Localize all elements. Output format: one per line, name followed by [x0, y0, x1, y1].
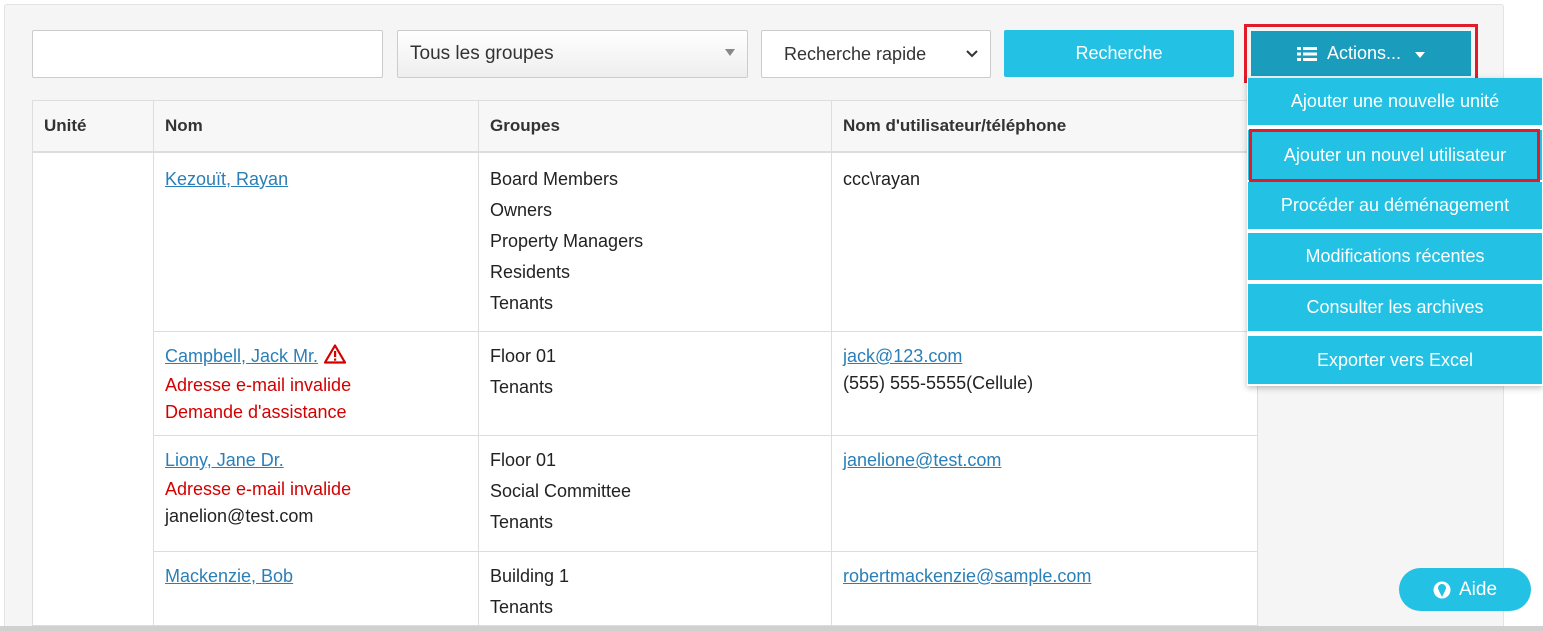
menu-item-recent-changes[interactable]: Modifications récentes — [1248, 233, 1542, 280]
warning-icon — [324, 344, 347, 364]
contact-cell: jack@123.com (555) 555-5555(Cellule) — [843, 341, 1033, 394]
invalid-email-notice: Adresse e-mail invalide — [165, 375, 352, 395]
username-text: ccc\rayan — [843, 169, 921, 189]
group-item: Property Managers — [490, 231, 644, 251]
groups-cell: Building 1 Tenants — [490, 561, 569, 623]
assistance-request-notice: Demande d'assistance — [165, 402, 347, 422]
email-link[interactable]: jack@123.com — [843, 341, 1033, 372]
name-cell: Kezouït, Rayan — [165, 164, 288, 195]
column-divider — [478, 101, 479, 625]
group-select[interactable]: Tous les groupes — [397, 30, 748, 78]
quick-search-value: Recherche rapide — [784, 43, 927, 64]
column-divider — [153, 101, 154, 625]
groups-cell: Board Members Owners Property Managers R… — [490, 164, 643, 319]
actions-button-label: Actions... — [1326, 43, 1402, 63]
menu-item-archives[interactable]: Consulter les archives — [1248, 284, 1542, 331]
help-button-label: Aide — [1458, 578, 1498, 600]
groups-cell: Floor 01 Social Committee Tenants — [490, 445, 631, 538]
header-groups[interactable]: Groupes — [479, 101, 832, 151]
group-item: Tenants — [490, 377, 554, 397]
chevron-down-icon — [966, 50, 978, 58]
email-link[interactable]: janelione@test.com — [843, 445, 1001, 476]
user-email-text: janelion@test.com — [165, 506, 314, 526]
actions-highlight-box: Actions... — [1244, 24, 1478, 83]
help-button[interactable]: Aide — [1399, 568, 1531, 611]
menu-item-move[interactable]: Procéder au déménagement — [1248, 182, 1542, 229]
invalid-email-notice: Adresse e-mail invalide — [165, 479, 352, 499]
group-item: Tenants — [490, 293, 554, 313]
user-name-link[interactable]: Campbell, Jack Mr. — [165, 346, 318, 366]
menu-item-add-unit[interactable]: Ajouter une nouvelle unité — [1248, 78, 1542, 125]
list-icon — [1296, 46, 1317, 61]
group-item: Floor 01 — [490, 450, 557, 470]
contact-cell: robertmackenzie@sample.com — [843, 561, 1091, 592]
help-icon — [1433, 581, 1451, 598]
quick-search-select[interactable]: Recherche rapide — [761, 30, 991, 78]
users-table: Unité Nom Groupes Nom d'utilisateur/télé… — [32, 100, 1258, 626]
actions-button[interactable]: Actions... — [1251, 31, 1471, 76]
user-name-link[interactable]: Kezouït, Rayan — [165, 164, 288, 195]
group-select-value: Tous les groupes — [410, 43, 554, 64]
user-name-link[interactable]: Liony, Jane Dr. — [165, 445, 351, 476]
caret-down-icon — [725, 49, 735, 56]
group-item: Floor 01 — [490, 346, 557, 366]
user-name-link[interactable]: Mackenzie, Bob — [165, 561, 293, 592]
header-name[interactable]: Nom — [154, 101, 479, 151]
header-unit[interactable]: Unité — [33, 101, 154, 151]
email-link[interactable]: robertmackenzie@sample.com — [843, 561, 1091, 592]
group-item: Board Members — [490, 169, 619, 189]
group-item: Social Committee — [490, 481, 632, 501]
group-item: Owners — [490, 200, 553, 220]
search-button[interactable]: Recherche — [1004, 30, 1234, 77]
group-item: Tenants — [490, 597, 554, 617]
name-cell: Campbell, Jack Mr. Adresse e-mail invali… — [165, 341, 351, 426]
group-item: Residents — [490, 262, 571, 282]
group-item: Tenants — [490, 512, 554, 532]
row-divider — [154, 551, 1257, 552]
horizontal-scrollbar[interactable] — [0, 626, 1543, 631]
search-input[interactable] — [32, 30, 383, 78]
contact-cell: janelione@test.com — [843, 445, 1001, 476]
row-divider — [154, 331, 1257, 332]
name-cell: Liony, Jane Dr. Adresse e-mail invalide … — [165, 445, 351, 530]
header-username-phone[interactable]: Nom d'utilisateur/téléphone — [832, 101, 1257, 151]
name-cell: Mackenzie, Bob — [165, 561, 293, 592]
caret-down-icon — [1415, 51, 1426, 58]
phone-text: (555) 555-5555(Cellule) — [843, 373, 1034, 393]
group-item: Building 1 — [490, 566, 570, 586]
table-header: Unité Nom Groupes Nom d'utilisateur/télé… — [33, 101, 1257, 153]
row-divider — [154, 435, 1257, 436]
column-divider — [831, 101, 832, 625]
menu-item-add-user[interactable]: Ajouter un nouvel utilisateur — [1248, 130, 1542, 180]
groups-cell: Floor 01 Tenants — [490, 341, 556, 403]
contact-cell: ccc\rayan — [843, 164, 920, 195]
menu-item-export-excel[interactable]: Exporter vers Excel — [1248, 336, 1542, 384]
